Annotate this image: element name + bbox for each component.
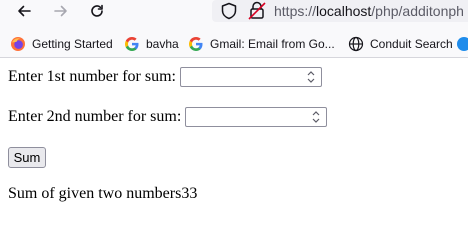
bookmarks-toolbar: Getting Started bavha Gmail: Email from … [0, 32, 468, 56]
second-number-label: Enter 2nd number for sum: [8, 108, 182, 125]
spinner-arrows-icon[interactable] [309, 110, 323, 124]
navigation-toolbar: https://localhost/php/additonph [0, 0, 468, 24]
back-button[interactable] [12, 0, 36, 22]
browser-chrome: https://localhost/php/additonph Getting … [0, 0, 468, 58]
bookmark-label: Conduit Search [370, 37, 453, 51]
back-arrow-icon [18, 5, 31, 17]
second-number-row: Enter 2nd number for sum: [8, 105, 328, 129]
bookmark-overflow[interactable] [456, 35, 468, 53]
second-number-field[interactable] [185, 107, 328, 127]
url-path: /php/additonph [371, 3, 464, 19]
first-number-label: Enter 1st number for sum: [8, 68, 176, 85]
bookmark-label: Getting Started [32, 37, 113, 51]
lock-warning-icon[interactable] [248, 1, 266, 21]
bookmark-label: Gmail: Email from Go... [210, 37, 335, 51]
url-prefix: https:// [274, 3, 317, 19]
address-bar[interactable]: https://localhost/php/additonph [212, 0, 468, 22]
forward-arrow-icon [54, 5, 67, 17]
tracking-shield-icon[interactable] [220, 2, 238, 20]
first-number-row: Enter 1st number for sum: [8, 65, 322, 89]
bookmark-gmail[interactable]: Gmail: Email from Go... [188, 35, 335, 53]
sum-button[interactable]: Sum [8, 147, 46, 168]
second-number-input[interactable] [186, 108, 313, 126]
url-text[interactable]: https://localhost/php/additonph [274, 0, 464, 22]
reload-icon [91, 4, 103, 17]
firefox-icon [11, 37, 25, 51]
forward-button[interactable] [49, 0, 73, 22]
first-number-field[interactable] [179, 67, 322, 87]
page-content: Enter 1st number for sum: Enter 2nd numb… [0, 58, 468, 244]
bookmark-conduit-search[interactable]: Conduit Search [348, 35, 453, 53]
reload-button[interactable] [85, 0, 109, 22]
url-host: localhost [316, 3, 372, 19]
result-text: Sum of given two numbers33 [8, 185, 198, 202]
bookmark-getting-started[interactable]: Getting Started [10, 35, 113, 53]
google-icon [189, 37, 203, 51]
partial-blue-icon [457, 37, 468, 51]
first-number-input[interactable] [180, 68, 307, 86]
google-icon [125, 37, 139, 51]
globe-icon [348, 36, 364, 52]
bookmark-label: bavha [146, 37, 179, 51]
spinner-arrows-icon[interactable] [304, 70, 318, 84]
bookmark-bavha[interactable]: bavha [124, 35, 179, 53]
